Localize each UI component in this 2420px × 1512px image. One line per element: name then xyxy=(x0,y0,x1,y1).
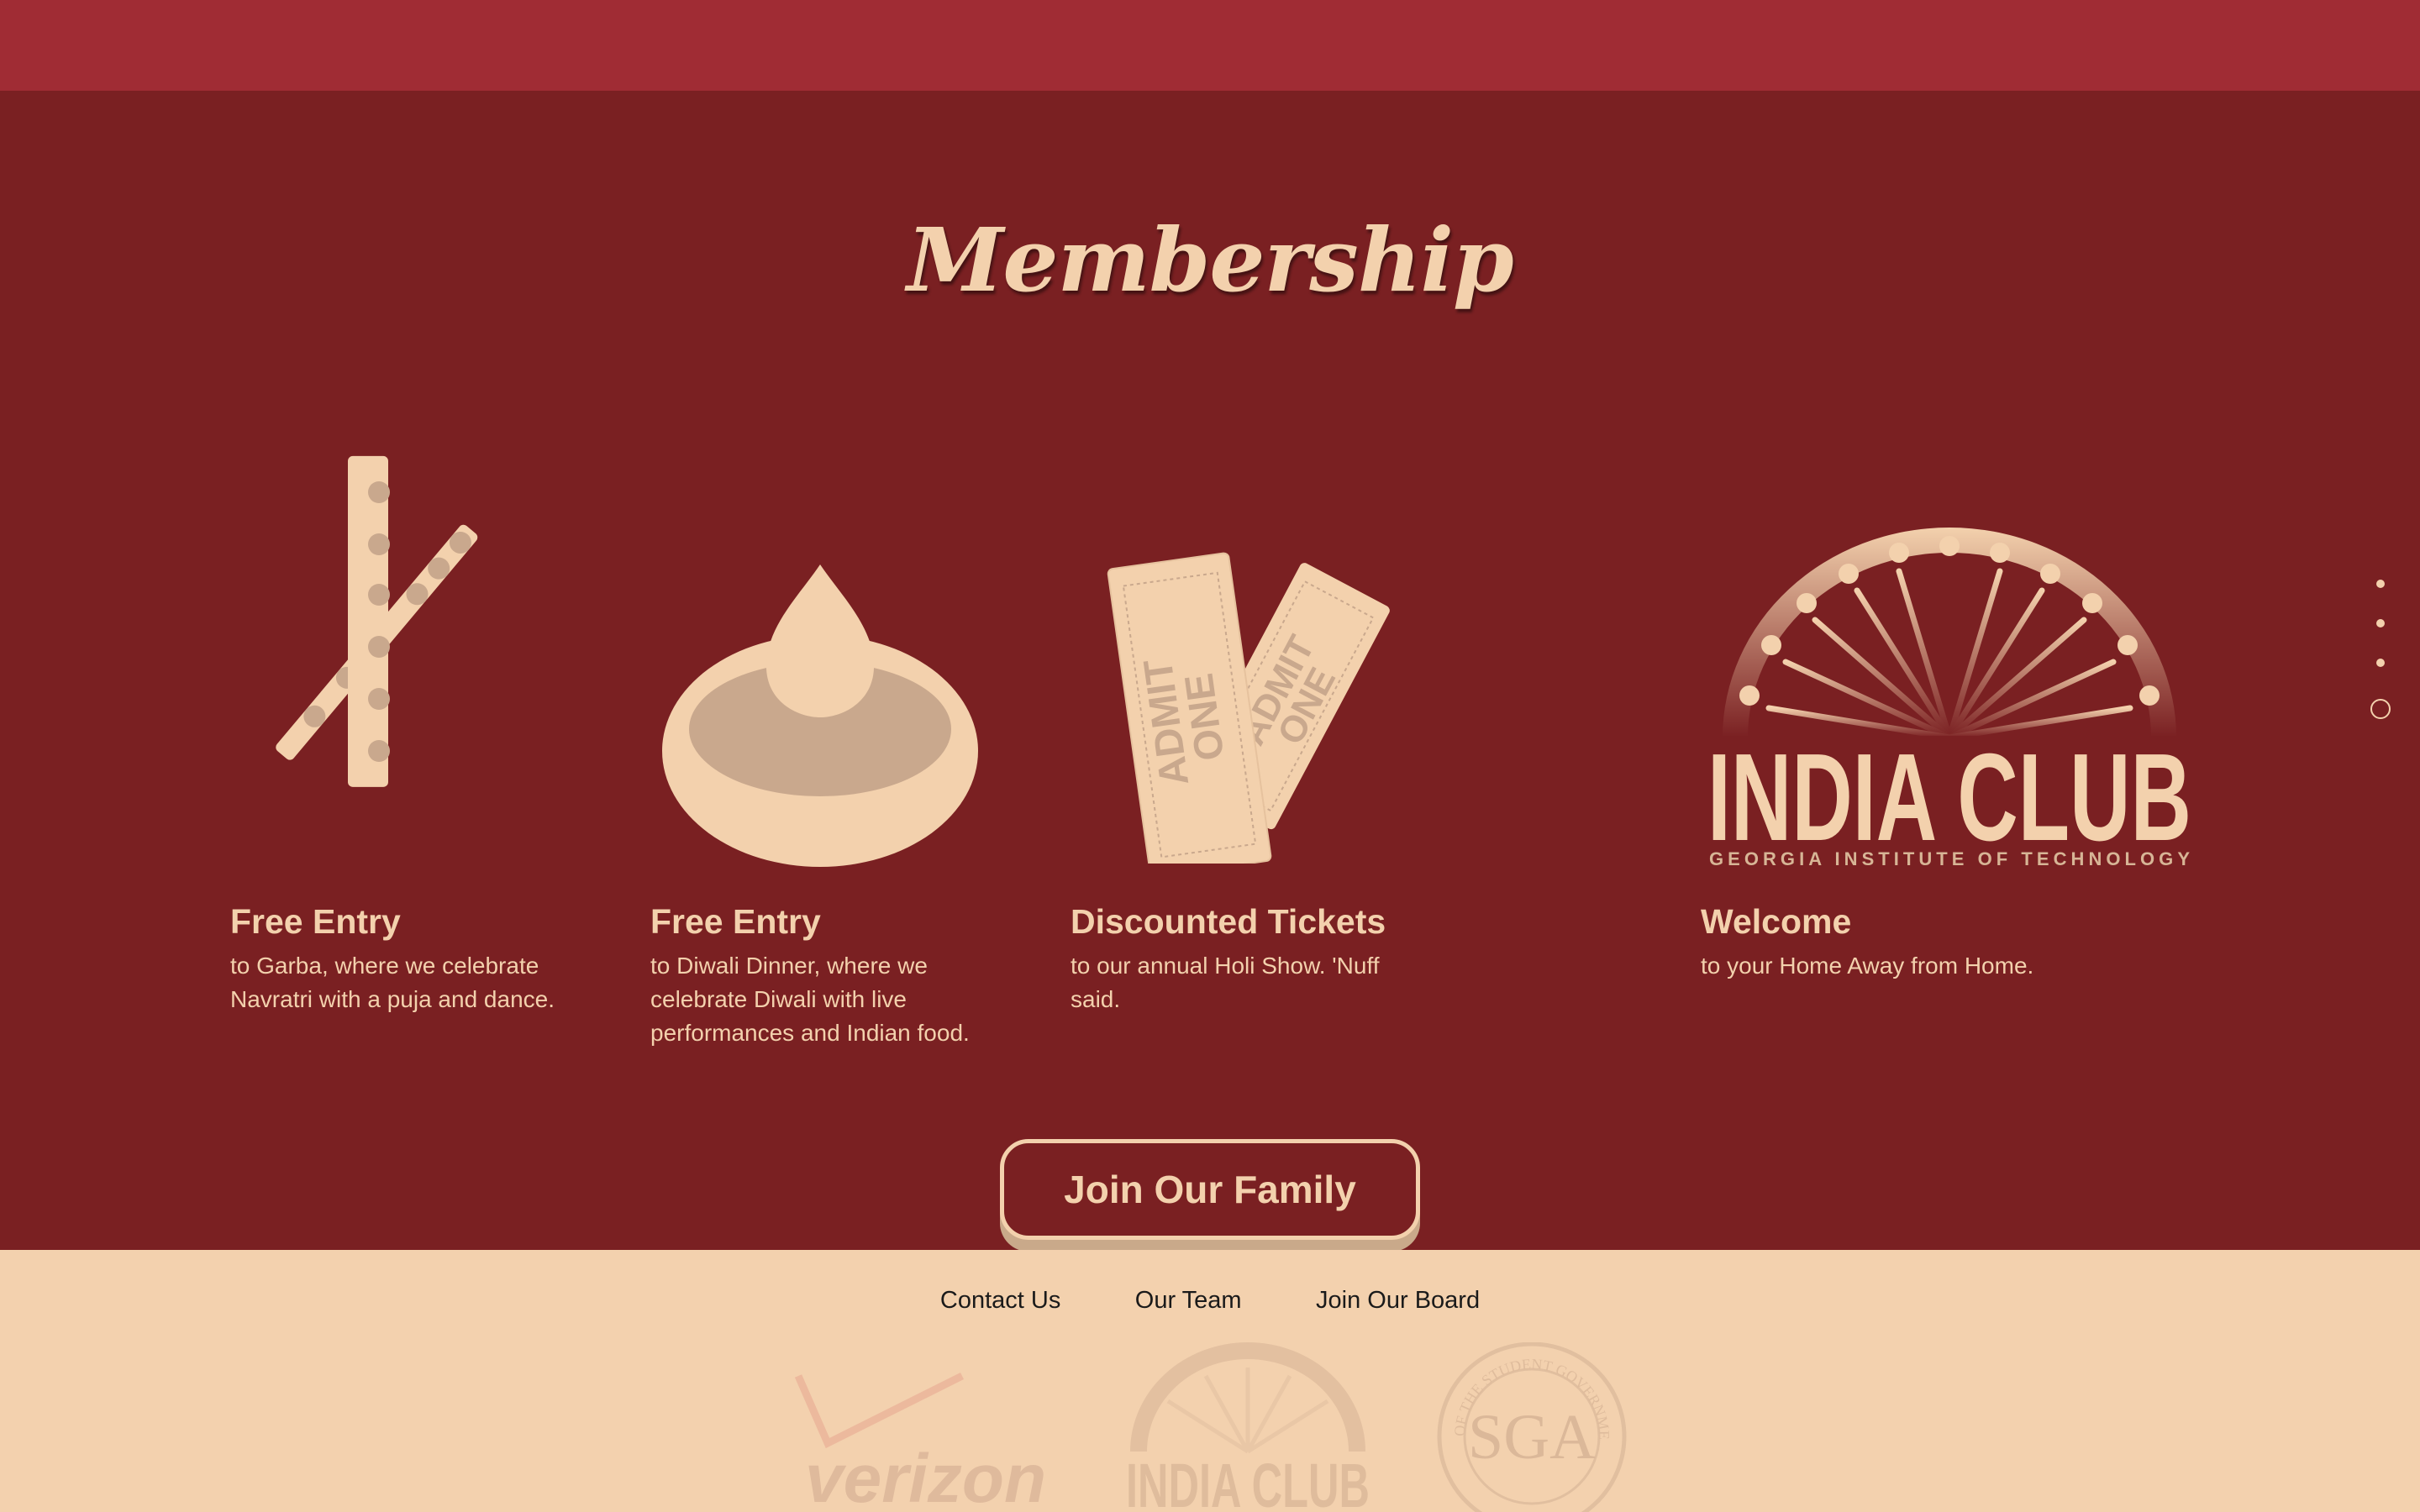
tickets-icon: ADMIT ONE ADMIT ONE xyxy=(1107,552,1390,864)
dandiya-sticks-icon xyxy=(276,455,478,787)
india-club-footer-logo: INDIA CLUB xyxy=(1126,1342,1370,1512)
section-nav-dots xyxy=(2368,571,2393,722)
footer-link-our-team[interactable]: Our Team xyxy=(1135,1287,1242,1315)
top-header-bar xyxy=(0,0,2420,91)
footer: Contact Us Our Team Join Our Board veriz… xyxy=(0,1250,2420,1512)
footer-nav: Contact Us Our Team Join Our Board xyxy=(0,1287,2420,1315)
nav-dot-active[interactable] xyxy=(2370,699,2391,719)
footer-link-join-our-board[interactable]: Join Our Board xyxy=(1316,1287,1480,1315)
svg-text:verizon: verizon xyxy=(805,1441,1046,1512)
feature-description: to Garba, where we celebrate Navratri wi… xyxy=(230,953,555,1012)
nav-dot[interactable] xyxy=(2376,580,2385,588)
feature-heading: Free Entry xyxy=(650,902,821,941)
nav-dot[interactable] xyxy=(2376,659,2385,667)
feature-heading: Welcome xyxy=(1701,902,1852,941)
verizon-logo: verizon xyxy=(794,1372,1046,1512)
svg-text:SGA: SGA xyxy=(1468,1402,1596,1473)
footer-link-contact-us[interactable]: Contact Us xyxy=(940,1287,1060,1315)
feature-description: to Diwali Dinner, where we celebrate Diw… xyxy=(650,953,970,1046)
nav-dot[interactable] xyxy=(2376,619,2385,627)
membership-section: Membership Free Entry to Garba, where we… xyxy=(0,91,2420,1250)
feature-description: to your Home Away from Home. xyxy=(1701,953,2034,979)
join-our-family-button[interactable]: Join Our Family xyxy=(1000,1139,1420,1240)
page-title: Membership xyxy=(907,208,1513,312)
svg-text:INDIA CLUB: INDIA CLUB xyxy=(1126,1451,1370,1512)
sponsor-logos: verizon INDIA CLUB OF THE STUDENT GOVERN… xyxy=(794,1342,1627,1512)
feature-heading: Discounted Tickets xyxy=(1071,902,1386,941)
india-club-logo: INDIA CLUB GEORGIA INSTITUTE OF TECHNOLO… xyxy=(1697,528,2202,872)
diya-lamp-icon xyxy=(662,564,978,867)
feature-heading: Free Entry xyxy=(230,902,401,941)
logo-wordmark: INDIA CLUB xyxy=(1707,728,2191,867)
sga-seal-logo: OF THE STUDENT GOVERNMENT ASSOCIATION SG… xyxy=(1432,1342,1627,1512)
feature-description: to our annual Holi Show. 'Nuff said. xyxy=(1071,953,1380,1012)
